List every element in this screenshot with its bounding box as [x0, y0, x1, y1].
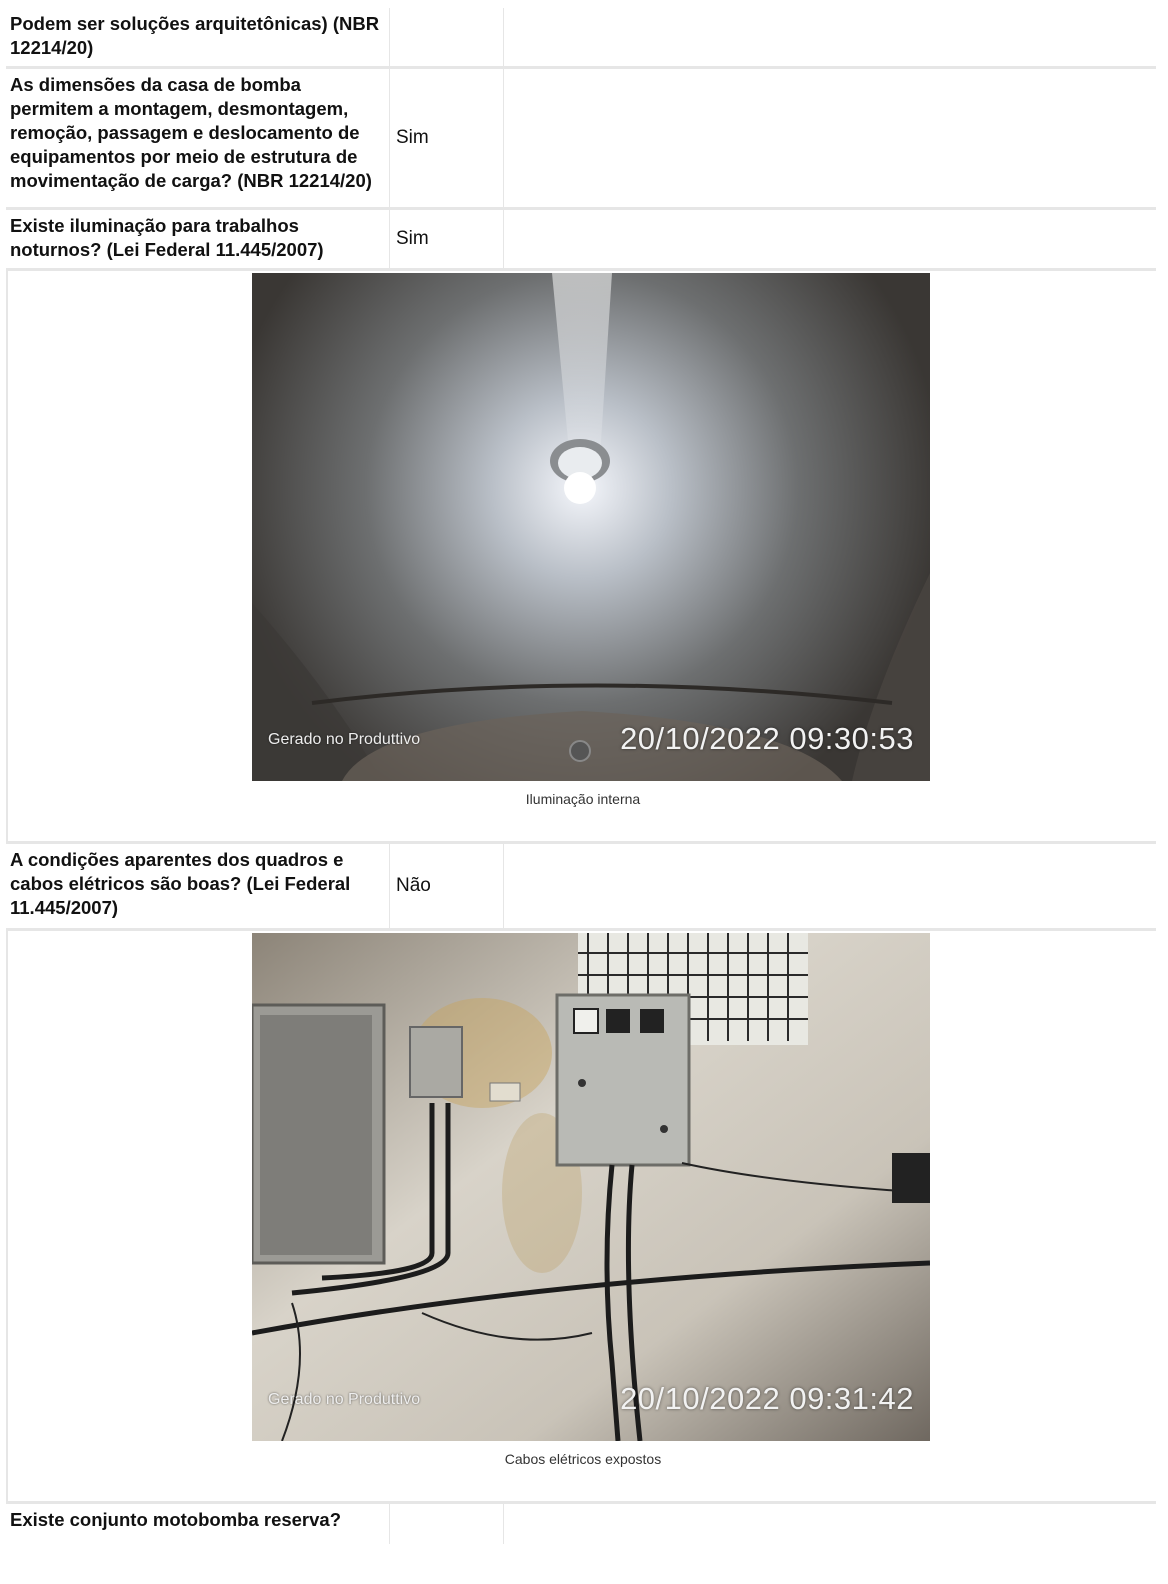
photo-row: Gerado no Produttivo 20/10/2022 09:30:53…	[6, 271, 1156, 844]
table-row: A condições aparentes dos quadros e cabo…	[6, 844, 1156, 931]
table-row: Podem ser soluções arquitetônicas) (NBR …	[6, 8, 1156, 69]
answer-text: Sim	[390, 210, 504, 268]
answer-text	[390, 8, 504, 66]
comment-cell	[504, 8, 1156, 66]
comment-cell	[504, 69, 1156, 207]
question-text: As dimensões da casa de bomba permitem a…	[6, 69, 390, 207]
question-text: Podem ser soluções arquitetônicas) (NBR …	[6, 8, 390, 66]
comment-cell	[504, 844, 1156, 928]
table-row: Existe iluminação para trabalhos noturno…	[6, 210, 1156, 271]
photo-caption: Iluminação interna	[525, 791, 641, 807]
watermark-text: Gerado no Produttivo	[268, 731, 421, 748]
question-text: A condições aparentes dos quadros e cabo…	[6, 844, 390, 928]
electrical-panel-photo[interactable]: Gerado no Produttivo 20/10/2022 09:31:42	[252, 933, 930, 1441]
photo-timestamp: 20/10/2022 09:30:53	[620, 721, 914, 756]
photo-caption: Cabos elétricos expostos	[504, 1451, 662, 1467]
inspection-report: Podem ser soluções arquitetônicas) (NBR …	[6, 8, 1156, 1544]
ceiling-lamp-image	[252, 273, 930, 781]
photo-row: Gerado no Produttivo 20/10/2022 09:31:42…	[6, 931, 1156, 1504]
watermark-text: Gerado no Produttivo	[268, 1391, 421, 1408]
question-text: Existe iluminação para trabalhos noturno…	[6, 210, 390, 268]
answer-text: Não	[390, 844, 504, 928]
answer-text	[390, 1504, 504, 1544]
comment-cell	[504, 1504, 1156, 1544]
answer-text: Sim	[390, 69, 504, 207]
table-row: Existe conjunto motobomba reserva?	[6, 1504, 1156, 1544]
ceiling-lamp-photo[interactable]: Gerado no Produttivo 20/10/2022 09:30:53	[252, 273, 930, 781]
electrical-panel-image	[252, 933, 930, 1441]
question-text: Existe conjunto motobomba reserva?	[6, 1504, 390, 1544]
table-row: As dimensões da casa de bomba permitem a…	[6, 69, 1156, 210]
comment-cell	[504, 210, 1156, 268]
photo-timestamp: 20/10/2022 09:31:42	[620, 1381, 914, 1416]
